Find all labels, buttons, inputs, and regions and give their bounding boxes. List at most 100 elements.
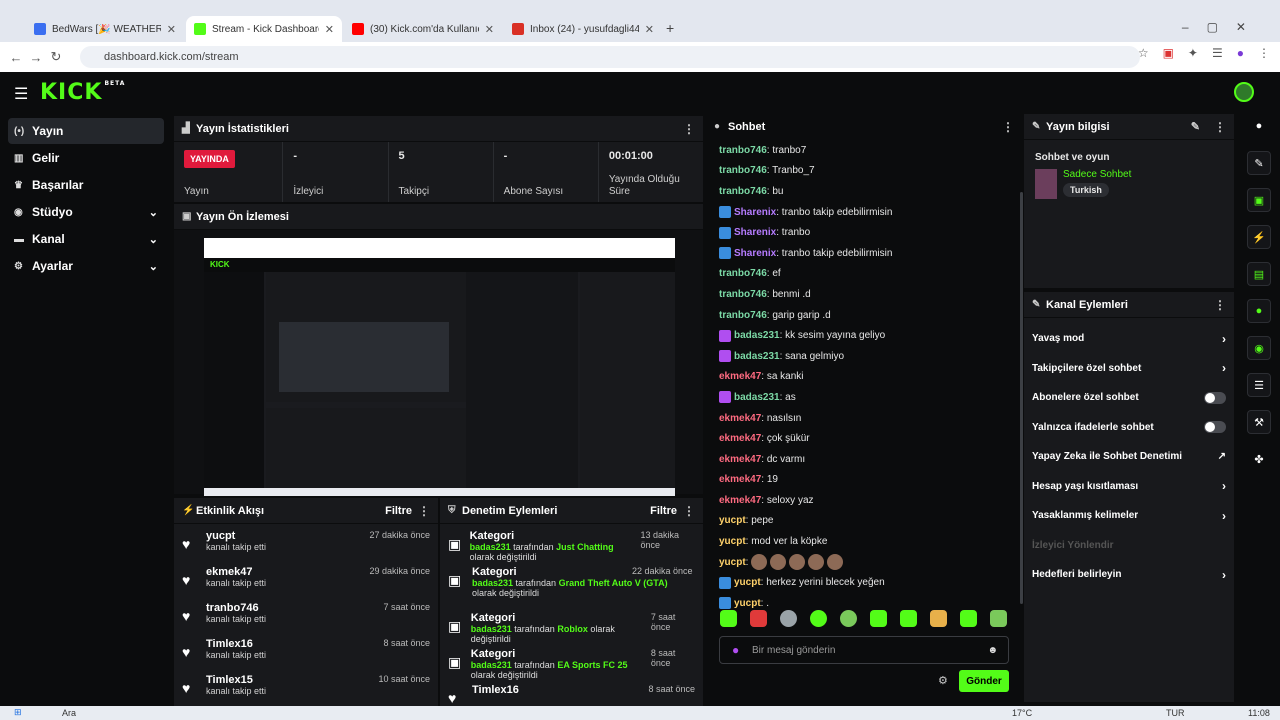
close-icon[interactable]: ✕ <box>167 23 176 36</box>
chat-scrollbar[interactable] <box>1020 192 1023 604</box>
wrench-icon[interactable]: ⚒ <box>1247 410 1271 434</box>
sidebar-item-kanal[interactable]: ▬ Kanal ⌄ <box>8 226 164 252</box>
kick-logo[interactable]: KICK BETA <box>40 80 125 105</box>
toggle-switch[interactable] <box>1204 391 1226 404</box>
edit-icon[interactable]: ✎ <box>1247 151 1271 175</box>
chat-username[interactable]: badas231 <box>734 330 780 341</box>
emoji-picker-icon[interactable]: ☻ <box>987 645 998 656</box>
new-tab-button[interactable]: + <box>666 20 674 36</box>
chat-settings-icon[interactable]: ⚙ <box>938 674 948 687</box>
extension-icon[interactable]: ▣ <box>1163 46 1174 60</box>
bookmark-star-icon[interactable]: ☆ <box>1138 46 1149 60</box>
close-icon[interactable]: ✕ <box>485 23 494 36</box>
emote-icon[interactable] <box>960 610 977 627</box>
edit-icon[interactable]: ✎ <box>1191 120 1200 133</box>
emote-icon[interactable] <box>900 610 917 627</box>
filter-button[interactable]: Filtre <box>385 505 412 517</box>
channel-action-item[interactable]: Yasaklanmış kelimeler › <box>1024 501 1234 531</box>
sidebar-item-yayin[interactable]: (•) Yayın <box>8 118 164 144</box>
chat-username[interactable]: ekmek47 <box>719 495 761 506</box>
user-avatar[interactable] <box>1234 82 1254 102</box>
sidebar-item-gelir[interactable]: ▥ Gelir <box>8 145 164 171</box>
chat-username[interactable]: ekmek47 <box>719 474 761 485</box>
sidebar-item-basarilar[interactable]: ♛ Başarılar <box>8 172 164 198</box>
menu-icon[interactable]: ⋮ <box>1258 46 1270 60</box>
chat-username[interactable]: yucpt <box>719 515 746 526</box>
chat-username[interactable]: Sharenix <box>734 207 776 218</box>
chat-username[interactable]: ekmek47 <box>719 371 761 382</box>
forward-icon[interactable]: → <box>26 50 46 65</box>
more-options-icon[interactable]: ⋮ <box>1214 298 1226 312</box>
chat-username[interactable]: yucpt <box>734 577 761 588</box>
sidebar-item-studyo[interactable]: ◉ Stüdyo ⌄ <box>8 199 164 225</box>
chat-username[interactable]: ekmek47 <box>719 433 761 444</box>
chat-username[interactable]: tranbo746 <box>719 186 767 197</box>
more-options-icon[interactable]: ⋮ <box>683 122 695 136</box>
browser-tab-youtube[interactable]: (30) Kick.com'da Kullanıcı Adı N ✕ <box>344 16 502 42</box>
hamburger-menu-icon[interactable]: ☰ <box>14 84 28 104</box>
emote-icon[interactable] <box>780 610 797 627</box>
chat-username[interactable]: badas231 <box>734 351 780 362</box>
document-icon[interactable]: ▤ <box>1247 262 1271 286</box>
emote-icon[interactable] <box>750 610 767 627</box>
close-icon[interactable]: ✕ <box>645 23 654 36</box>
info-icon[interactable]: ● <box>1247 114 1271 138</box>
more-options-icon[interactable]: ⋮ <box>1002 120 1014 134</box>
chat-username[interactable]: tranbo746 <box>719 165 767 176</box>
channel-action-item[interactable]: Yapay Zeka ile Sohbet Denetimi ↗ <box>1024 442 1234 472</box>
back-icon[interactable]: ← <box>6 50 26 65</box>
emote-icon[interactable] <box>870 610 887 627</box>
chat-username[interactable]: badas231 <box>734 392 780 403</box>
channel-action-item[interactable]: Takipçilere özel sohbet › <box>1024 354 1234 384</box>
close-icon[interactable]: ✕ <box>325 23 334 36</box>
emote-icon[interactable] <box>720 610 737 627</box>
toggle-switch[interactable] <box>1204 421 1226 434</box>
window-controls[interactable]: –▢✕ <box>1182 20 1264 34</box>
channel-action-item[interactable]: Hesap yaşı kısıtlaması › <box>1024 472 1234 502</box>
channel-action-item[interactable]: Yavaş mod › <box>1024 324 1234 354</box>
chat-username[interactable]: Sharenix <box>734 227 776 238</box>
more-options-icon[interactable]: ⋮ <box>1214 120 1226 134</box>
reload-icon[interactable]: ↻ <box>46 49 66 65</box>
chat-username[interactable]: tranbo746 <box>719 289 767 300</box>
bolt-icon[interactable]: ⚡ <box>1247 225 1271 249</box>
browser-tab-bedwars[interactable]: BedWars [🎉 WEATHER] - Robl ✕ <box>26 16 184 42</box>
chat-username[interactable]: tranbo746 <box>719 145 767 156</box>
filter-button[interactable]: Filtre <box>650 505 677 517</box>
broadcast-icon[interactable]: ◉ <box>1247 336 1271 360</box>
channel-action-item[interactable]: Abonelere özel sohbet <box>1024 383 1234 413</box>
sidebar-item-ayarlar[interactable]: ⚙ Ayarlar ⌄ <box>8 253 164 279</box>
channel-action-item[interactable]: Hedefleri belirleyin › <box>1024 560 1234 590</box>
chat-username[interactable]: tranbo746 <box>719 268 767 279</box>
channel-action-item[interactable]: Yalnızca ifadelerle sohbet <box>1024 413 1234 443</box>
chat-username[interactable]: tranbo746 <box>719 310 767 321</box>
url-input[interactable]: dashboard.kick.com/stream <box>80 46 1140 68</box>
plugin-icon[interactable]: ✤ <box>1247 447 1271 471</box>
stream-icon[interactable]: ▣ <box>1247 188 1271 212</box>
language-indicator[interactable]: TUR <box>1166 708 1185 718</box>
taskbar-search[interactable]: Ara <box>62 708 76 718</box>
list-icon[interactable]: ☰ <box>1247 373 1271 397</box>
emote-icon[interactable] <box>840 610 857 627</box>
send-button[interactable]: Gönder <box>959 670 1009 692</box>
chat-username[interactable]: ekmek47 <box>719 413 761 424</box>
profile-icon[interactable]: ● <box>1237 46 1244 60</box>
more-options-icon[interactable]: ⋮ <box>418 504 430 518</box>
reading-list-icon[interactable]: ☰ <box>1212 46 1223 60</box>
more-options-icon[interactable]: ⋮ <box>683 504 695 518</box>
emote-icon[interactable] <box>990 610 1007 627</box>
browser-tab-gmail[interactable]: Inbox (24) - yusufdagli442@gm ✕ <box>504 16 662 42</box>
windows-start-icon[interactable]: ⊞ <box>14 707 22 718</box>
chat-username[interactable]: ekmek47 <box>719 454 761 465</box>
emote-icon[interactable] <box>810 610 827 627</box>
chat-username[interactable]: yucpt <box>734 598 761 609</box>
chat-username[interactable]: yucpt <box>719 557 746 568</box>
puzzle-icon[interactable]: ✦ <box>1188 46 1198 60</box>
browser-tab-kick[interactable]: Stream - Kick Dashboard ✕ <box>186 16 342 42</box>
chat-bubble-icon[interactable]: ● <box>1247 299 1271 323</box>
stream-preview-video[interactable]: KICK <box>204 238 675 496</box>
chat-input[interactable]: ● Bir mesaj gönderin ☻ <box>719 636 1009 664</box>
chat-username[interactable]: yucpt <box>719 536 746 547</box>
chat-username[interactable]: Sharenix <box>734 248 776 259</box>
emote-icon[interactable] <box>930 610 947 627</box>
